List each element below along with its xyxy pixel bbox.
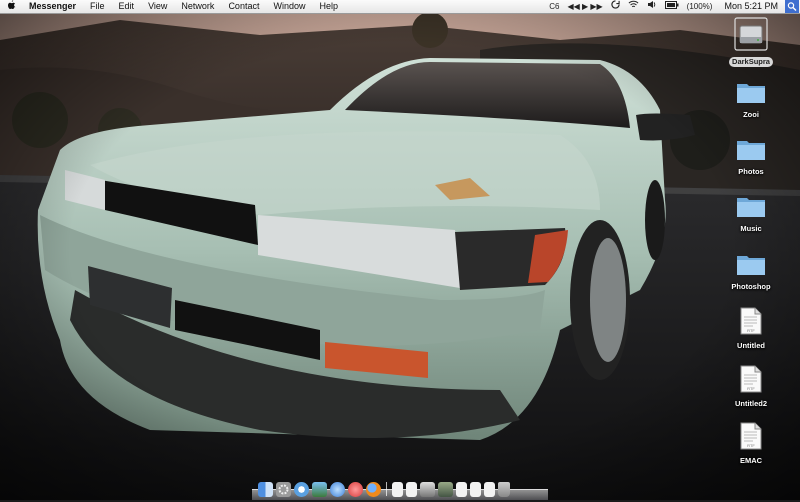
menu-network[interactable]: Network xyxy=(174,0,221,13)
svg-text:RTF: RTF xyxy=(747,443,755,448)
desktop-icon-photoshop[interactable]: Photoshop xyxy=(716,252,786,294)
status-text[interactable]: C6 xyxy=(545,0,563,13)
folder-icon xyxy=(737,198,765,217)
desktop-icon-photos[interactable]: Photos xyxy=(716,137,786,179)
iphoto-icon[interactable] xyxy=(312,482,327,497)
desktop-icon-label: Music xyxy=(740,224,762,233)
rtf-document-icon: RTF xyxy=(740,422,762,450)
menu-window[interactable]: Window xyxy=(266,0,312,13)
ichat-icon[interactable] xyxy=(330,482,345,497)
finder-icon[interactable] xyxy=(258,482,273,497)
window-thumbnail-icon[interactable] xyxy=(438,482,453,497)
menu-contact[interactable]: Contact xyxy=(221,0,266,13)
desktop-icon-label: Untitled2 xyxy=(734,399,768,408)
battery-icon[interactable] xyxy=(661,0,683,13)
rtf-document-icon: RTF xyxy=(740,365,762,393)
desktop-icon-emac[interactable]: RTF EMAC xyxy=(716,422,786,468)
dock-items xyxy=(258,482,510,497)
trash-icon[interactable] xyxy=(498,482,510,497)
spotlight-search-icon[interactable] xyxy=(784,0,800,13)
menu-clock[interactable]: Mon 5:21 PM xyxy=(716,0,784,13)
dock xyxy=(252,474,548,500)
desktop-icon-label: DarkSupra xyxy=(729,57,773,67)
desktop-icon-untitled2[interactable]: RTF Untitled2 xyxy=(716,365,786,411)
sync-icon[interactable] xyxy=(607,0,624,13)
firefox-icon[interactable] xyxy=(366,482,381,497)
document-icon[interactable] xyxy=(406,482,417,497)
menu-extras: C6 ◀◀ ▶ ▶▶ (100%) Mon 5:21 PM xyxy=(545,0,800,13)
document-icon[interactable] xyxy=(456,482,467,497)
desktop-icon-untitled[interactable]: RTF Untitled xyxy=(716,307,786,353)
dock-separator xyxy=(386,482,387,496)
window-thumbnail-icon[interactable] xyxy=(420,482,435,497)
desktop-icon-label: Zooi xyxy=(743,110,759,119)
folder-icon xyxy=(737,141,765,160)
desktop-icon-music[interactable]: Music xyxy=(716,194,786,236)
apple-menu-icon[interactable] xyxy=(0,0,22,13)
desktop-wallpaper xyxy=(0,0,800,500)
rtf-document-icon: RTF xyxy=(740,307,762,335)
battery-percentage[interactable]: (100%) xyxy=(683,0,717,13)
media-controls[interactable]: ◀◀ ▶ ▶▶ xyxy=(563,0,606,13)
app-menu-messenger[interactable]: Messenger xyxy=(22,0,83,13)
hard-drive-icon xyxy=(734,17,768,51)
document-icon[interactable] xyxy=(484,482,495,497)
svg-text:RTF: RTF xyxy=(747,328,755,333)
wifi-icon[interactable] xyxy=(624,0,643,13)
menu-help[interactable]: Help xyxy=(312,0,345,13)
menu-view[interactable]: View xyxy=(141,0,174,13)
folder-icon xyxy=(737,84,765,103)
desktop-icon-label: Photos xyxy=(738,167,764,176)
menu-edit[interactable]: Edit xyxy=(112,0,142,13)
system-preferences-icon[interactable] xyxy=(276,482,291,497)
messenger-icon[interactable] xyxy=(348,482,363,497)
menu-file[interactable]: File xyxy=(83,0,112,13)
desktop-icon-darksupra[interactable]: DarkSupra xyxy=(716,17,786,69)
desktop-icon-label: Untitled xyxy=(737,341,765,350)
desktop-icon-label: EMAC xyxy=(739,456,763,465)
document-icon[interactable] xyxy=(392,482,403,497)
volume-icon[interactable] xyxy=(643,0,661,13)
itunes-icon[interactable] xyxy=(294,482,309,497)
folder-icon xyxy=(737,256,765,275)
svg-text:RTF: RTF xyxy=(747,386,755,391)
desktop-icon-label: Photoshop xyxy=(731,282,771,291)
desktop-icon-zooi[interactable]: Zooi xyxy=(716,80,786,122)
document-icon[interactable] xyxy=(470,482,481,497)
menu-bar: Messenger File Edit View Network Contact… xyxy=(0,0,800,14)
